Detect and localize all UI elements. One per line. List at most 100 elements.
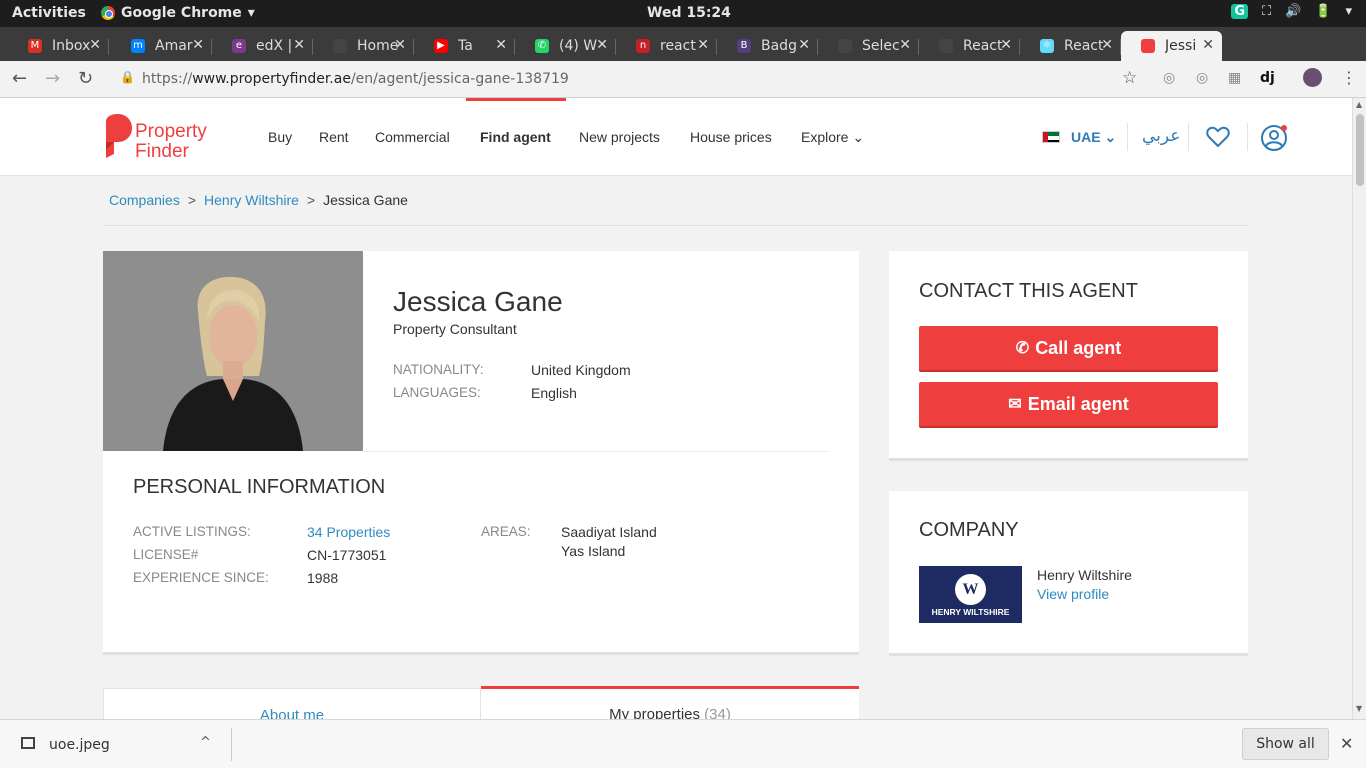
henry-wiltshire-logo[interactable]: W HENRY WILTSHIRE bbox=[919, 566, 1022, 623]
volume-icon[interactable]: 🔊 bbox=[1285, 4, 1301, 19]
company-logo-mark: W bbox=[955, 574, 986, 605]
browser-tab[interactable]: ✆ (4) W ✕ bbox=[515, 31, 616, 61]
active-nav-indicator bbox=[466, 98, 566, 101]
tab-close-icon[interactable]: ✕ bbox=[192, 37, 204, 53]
personal-info-title: PERSONAL INFORMATION bbox=[133, 476, 386, 498]
browser-tab[interactable]: ▶ Ta ✕ bbox=[414, 31, 515, 61]
browser-tab[interactable]: e edX | ✕ bbox=[212, 31, 313, 61]
nav-rent[interactable]: Rent bbox=[319, 129, 349, 145]
tab-close-icon[interactable]: ✕ bbox=[293, 37, 305, 53]
tab-close-icon[interactable]: ✕ bbox=[899, 37, 911, 53]
address-bar[interactable]: 🔒 https://www.propertyfinder.ae/en/agent… bbox=[108, 65, 1148, 93]
nav-find-agent[interactable]: Find agent bbox=[480, 129, 551, 145]
browser-tab[interactable]: Jessi ✕ bbox=[1121, 31, 1222, 61]
propertyfinder-logo[interactable]: Property Finder bbox=[102, 114, 232, 162]
view-profile-link[interactable]: View profile bbox=[1037, 586, 1109, 602]
call-agent-label: Call agent bbox=[1035, 337, 1122, 358]
scrollbar-thumb[interactable] bbox=[1356, 114, 1364, 186]
os-top-bar: Activities Google Chrome ▾ Wed 15:24 G ⛶… bbox=[0, 0, 1366, 27]
nav-explore[interactable]: Explore ⌄ bbox=[801, 129, 864, 146]
browser-tab[interactable]: React ✕ bbox=[919, 31, 1020, 61]
logo-wordmark: Property Finder bbox=[135, 121, 207, 162]
app-menu[interactable]: Google Chrome ▾ bbox=[101, 5, 255, 21]
nav-commercial[interactable]: Commercial bbox=[375, 129, 450, 145]
browser-tab[interactable]: Home ✕ bbox=[313, 31, 414, 61]
browser-tab[interactable]: m Amar ✕ bbox=[111, 31, 212, 61]
close-icon[interactable]: ✕ bbox=[1340, 734, 1353, 753]
tab-close-icon[interactable]: ✕ bbox=[89, 37, 101, 53]
browser-tab[interactable]: n react ✕ bbox=[616, 31, 717, 61]
tab-close-icon[interactable]: ✕ bbox=[495, 37, 507, 53]
agent-name: Jessica Gane bbox=[393, 286, 563, 317]
active-listings-link[interactable]: 34 Properties bbox=[307, 524, 390, 540]
country-selector[interactable]: UAE ⌄ bbox=[1071, 129, 1116, 146]
bookmark-star-icon[interactable]: ☆ bbox=[1122, 68, 1137, 88]
chrome-menu-icon[interactable]: ⋮ bbox=[1341, 68, 1357, 87]
reload-button[interactable]: ↻ bbox=[78, 68, 93, 89]
browser-tab[interactable]: ⚛ React ✕ bbox=[1020, 31, 1121, 61]
tab-close-icon[interactable]: ✕ bbox=[394, 37, 406, 53]
activities-button[interactable]: Activities bbox=[12, 5, 86, 21]
browser-tab[interactable]: M Inbox ✕ bbox=[8, 31, 109, 61]
back-button[interactable]: ← bbox=[12, 68, 27, 89]
divider bbox=[1247, 123, 1248, 151]
extension-icon[interactable]: ◎ bbox=[1196, 70, 1208, 86]
language-arabic-link[interactable]: عربي bbox=[1142, 126, 1180, 146]
nav-house-prices[interactable]: House prices bbox=[690, 129, 772, 145]
chevron-up-icon[interactable]: ^ bbox=[200, 735, 211, 750]
tab-close-icon[interactable]: ✕ bbox=[798, 37, 810, 53]
grammarly-icon[interactable]: G bbox=[1231, 4, 1248, 19]
nav-buy[interactable]: Buy bbox=[268, 129, 292, 145]
languages-value: English bbox=[531, 385, 577, 401]
download-filename[interactable]: uoe.jpeg bbox=[49, 737, 110, 753]
tab-favicon-icon: n bbox=[636, 39, 650, 53]
breadcrumb-henry-wiltshire[interactable]: Henry Wiltshire bbox=[204, 192, 299, 208]
show-all-button[interactable]: Show all bbox=[1242, 728, 1329, 760]
tab-my-properties[interactable]: My properties (34) bbox=[481, 686, 859, 719]
clock[interactable]: Wed 15:24 bbox=[647, 5, 731, 21]
tab-close-icon[interactable]: ✕ bbox=[596, 37, 608, 53]
license-label: LICENSE# bbox=[133, 547, 199, 562]
breadcrumb: Companies > Henry Wiltshire > Jessica Gane bbox=[109, 192, 408, 208]
browser-tab[interactable]: B Badg ✕ bbox=[717, 31, 818, 61]
battery-icon[interactable]: 🔋 bbox=[1315, 4, 1331, 19]
tab-close-icon[interactable]: ✕ bbox=[1101, 37, 1113, 53]
page-scrollbar[interactable]: ▲ ▼ bbox=[1352, 98, 1366, 719]
tab-close-icon[interactable]: ✕ bbox=[1000, 37, 1012, 53]
breadcrumb-companies[interactable]: Companies bbox=[109, 192, 180, 208]
url-text[interactable]: https://www.propertyfinder.ae/en/agent/j… bbox=[142, 71, 569, 87]
tab-close-icon[interactable]: ✕ bbox=[1202, 37, 1214, 53]
system-menu-icon[interactable]: ▾ bbox=[1345, 4, 1352, 19]
uae-flag-icon bbox=[1042, 131, 1060, 143]
browser-tab[interactable]: Selec ✕ bbox=[818, 31, 919, 61]
network-icon[interactable]: ⛶ bbox=[1262, 4, 1271, 19]
breadcrumb-separator: > bbox=[306, 192, 316, 208]
forward-button[interactable]: → bbox=[45, 68, 60, 89]
lock-icon[interactable]: 🔒 bbox=[120, 70, 135, 84]
profile-avatar[interactable] bbox=[1303, 68, 1322, 87]
nav-new-projects[interactable]: New projects bbox=[579, 129, 660, 145]
dj-extension-icon[interactable]: dj bbox=[1260, 70, 1275, 86]
tab-favicon-icon: e bbox=[232, 39, 246, 53]
extension-icon[interactable]: ◎ bbox=[1163, 70, 1175, 86]
extension-icon[interactable]: ▦ bbox=[1228, 70, 1241, 86]
file-icon bbox=[21, 737, 35, 749]
download-shelf: uoe.jpeg ^ Show all ✕ bbox=[0, 719, 1366, 768]
email-agent-label: Email agent bbox=[1027, 393, 1129, 414]
tab-close-icon[interactable]: ✕ bbox=[697, 37, 709, 53]
logo-mark-icon bbox=[106, 114, 132, 158]
user-account-icon[interactable] bbox=[1261, 124, 1289, 152]
divider bbox=[1127, 123, 1128, 151]
call-agent-button[interactable]: ✆ Call agent bbox=[919, 326, 1218, 372]
chrome-icon bbox=[101, 6, 115, 20]
company-name: Henry Wiltshire bbox=[1037, 567, 1132, 583]
tab-about-me[interactable]: About me bbox=[103, 688, 481, 719]
agent-photo bbox=[103, 251, 363, 451]
favorites-heart-icon[interactable] bbox=[1206, 126, 1230, 148]
email-agent-button[interactable]: ✉ Email agent bbox=[919, 382, 1218, 428]
company-title: COMPANY bbox=[919, 519, 1019, 541]
system-tray[interactable]: G ⛶ 🔊 🔋 ▾ bbox=[1231, 4, 1352, 19]
area-item: Saadiyat Island bbox=[561, 524, 657, 540]
contact-title: CONTACT THIS AGENT bbox=[919, 280, 1138, 302]
tab-favicon-icon bbox=[1141, 39, 1155, 53]
